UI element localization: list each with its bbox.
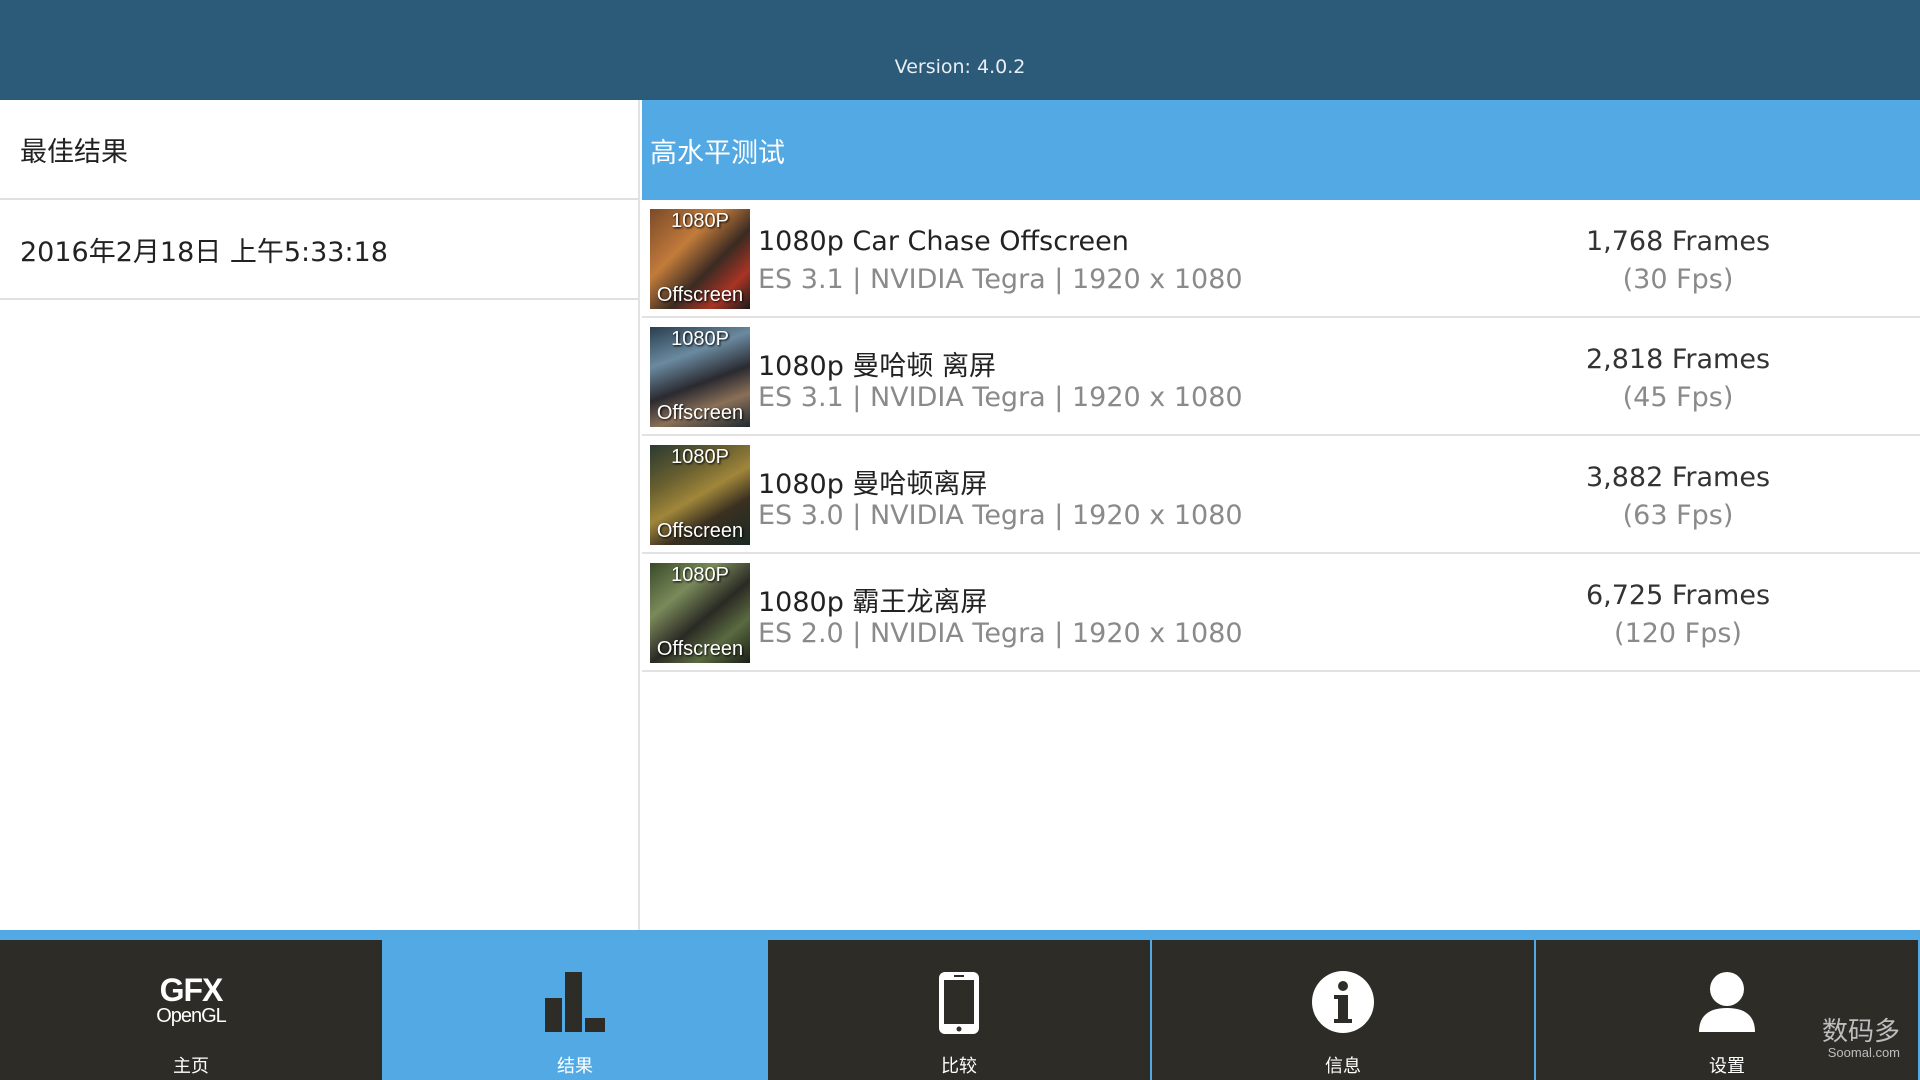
version-label: Version: 4.0.2 (894, 56, 1026, 78)
best-results-panel: 最佳结果 2016年2月18日 上午5:33:18 (0, 100, 640, 930)
result-row[interactable]: 1080P Offscreen 1080p Car Chase Offscree… (642, 200, 1920, 318)
nav-label: 比较 (941, 1056, 977, 1077)
result-title: 1080p 曼哈顿 离屏 (758, 351, 997, 382)
phone-icon (939, 972, 979, 1034)
thumbnail-offscreen-badge: Offscreen (656, 284, 744, 306)
thumbnail-resolution-badge: 1080P (671, 210, 729, 232)
result-score: 1,768 Frames (1585, 226, 1771, 257)
car-chase-thumbnail: 1080P Offscreen (650, 209, 750, 309)
best-results-title: 最佳结果 (0, 100, 638, 200)
result-fps: (63 Fps) (1622, 500, 1734, 531)
result-title: 1080p Car Chase Offscreen (758, 226, 1129, 257)
result-score: 3,882 Frames (1585, 462, 1771, 493)
result-subtitle: ES 3.1 | NVIDIA Tegra | 1920 x 1080 (758, 382, 1243, 413)
thumbnail-resolution-badge: 1080P (671, 446, 729, 468)
top-bar: Version: 4.0.2 (0, 0, 1920, 100)
info-icon (1312, 971, 1374, 1033)
nav-label: 结果 (557, 1056, 593, 1077)
nav-item-info[interactable]: 信息 (1152, 940, 1534, 1080)
thumbnail-offscreen-badge: Offscreen (656, 638, 744, 660)
user-icon (1699, 972, 1755, 1032)
nav-label: 主页 (173, 1056, 209, 1077)
nav-item-results[interactable]: 结果 (384, 940, 766, 1080)
gfx-logo-icon: GFX OpenGL (156, 972, 227, 1027)
result-title: 1080p 霸王龙离屏 (758, 587, 988, 618)
result-fps: (120 Fps) (1614, 618, 1742, 649)
bar-chart-icon (545, 972, 605, 1032)
nav-label: 信息 (1325, 1056, 1361, 1077)
manhattan-31-thumbnail: 1080P Offscreen (650, 327, 750, 427)
result-score: 2,818 Frames (1585, 344, 1771, 375)
watermark-line1: 数码多 (1821, 1017, 1900, 1047)
result-subtitle: ES 2.0 | NVIDIA Tegra | 1920 x 1080 (758, 618, 1243, 649)
section-title: 高水平测试 (642, 100, 1920, 200)
gfx-logo-line2: OpenGL (156, 1005, 227, 1027)
t-rex-thumbnail: 1080P Offscreen (650, 563, 750, 663)
watermark-line2: Soomal.com (1827, 1045, 1900, 1060)
result-row[interactable]: 1080P Offscreen 1080p 曼哈顿离屏 ES 3.0 | NVI… (642, 436, 1920, 554)
result-score: 6,725 Frames (1585, 580, 1771, 611)
result-fps: (45 Fps) (1622, 382, 1734, 413)
thumbnail-resolution-badge: 1080P (671, 328, 729, 350)
result-row[interactable]: 1080P Offscreen 1080p 曼哈顿 离屏 ES 3.1 | NV… (642, 318, 1920, 436)
thumbnail-resolution-badge: 1080P (671, 564, 729, 586)
gfx-logo-line1: GFX (159, 972, 224, 1008)
result-fps: (30 Fps) (1622, 264, 1734, 295)
result-timestamp[interactable]: 2016年2月18日 上午5:33:18 (0, 200, 638, 300)
bottom-navigation: GFX OpenGL 主页 结果 比较 信息 设置 数码多 Soomal.com (0, 930, 1920, 1080)
thumbnail-offscreen-badge: Offscreen (656, 520, 744, 542)
thumbnail-offscreen-badge: Offscreen (656, 402, 744, 424)
manhattan-30-thumbnail: 1080P Offscreen (650, 445, 750, 545)
results-panel: 高水平测试 1080P Offscreen 1080p Car Chase Of… (642, 100, 1920, 930)
result-subtitle: ES 3.0 | NVIDIA Tegra | 1920 x 1080 (758, 500, 1243, 531)
result-title: 1080p 曼哈顿离屏 (758, 469, 988, 500)
result-row[interactable]: 1080P Offscreen 1080p 霸王龙离屏 ES 2.0 | NVI… (642, 554, 1920, 672)
nav-item-compare[interactable]: 比较 (768, 940, 1150, 1080)
nav-item-home[interactable]: GFX OpenGL 主页 (0, 940, 382, 1080)
soomal-watermark: 数码多 Soomal.com (1822, 1019, 1900, 1060)
result-subtitle: ES 3.1 | NVIDIA Tegra | 1920 x 1080 (758, 264, 1243, 295)
